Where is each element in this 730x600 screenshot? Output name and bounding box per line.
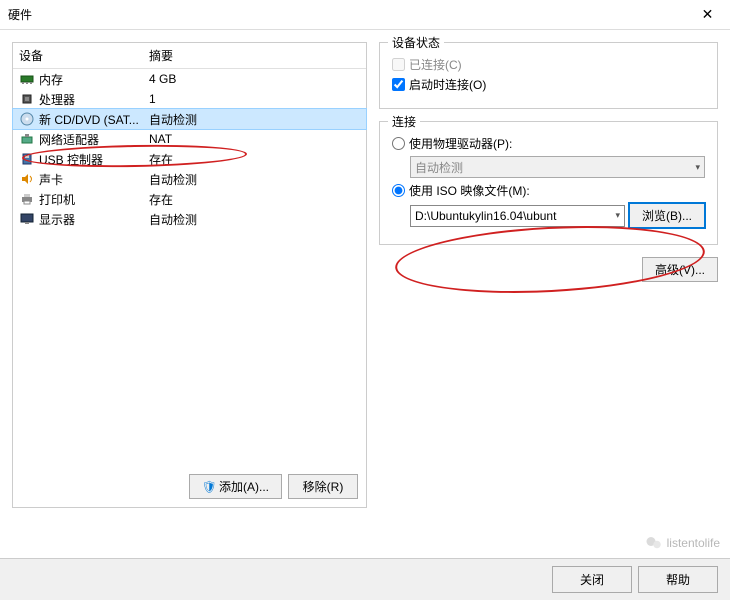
device-status-group: 设备状态 已连接(C) 启动时连接(O) (379, 42, 718, 109)
shield-icon: 🛡 (202, 480, 217, 494)
device-name: 网络适配器 (39, 131, 99, 148)
use-physical-radio-row[interactable]: 使用物理驱动器(P): (392, 135, 705, 152)
use-iso-radio[interactable] (392, 184, 405, 197)
cpu-icon (19, 91, 35, 107)
close-icon: ✕ (702, 6, 714, 23)
device-summary: 4 GB (149, 72, 360, 86)
usb-icon (19, 151, 35, 167)
watermark: listentolife (645, 534, 720, 552)
hardware-row[interactable]: 新 CD/DVD (SAT... 自动检测 (13, 109, 366, 129)
connected-checkbox (392, 58, 405, 71)
device-name: USB 控制器 (39, 151, 103, 168)
help-button[interactable]: 帮助 (638, 566, 718, 593)
connection-title: 连接 (388, 113, 420, 130)
hardware-row[interactable]: 网络适配器 NAT (13, 129, 366, 149)
dialog-footer: 关闭 帮助 (0, 558, 730, 600)
device-name: 打印机 (39, 191, 75, 208)
device-summary: 1 (149, 92, 360, 106)
memory-icon (19, 71, 35, 87)
connected-checkbox-row[interactable]: 已连接(C) (392, 56, 705, 73)
hardware-row[interactable]: 显示器 自动检测 (13, 209, 366, 229)
header-summary: 摘要 (149, 47, 360, 64)
use-physical-radio[interactable] (392, 137, 405, 150)
device-summary: 自动检测 (149, 111, 360, 128)
remove-button[interactable]: 移除(R) (288, 474, 358, 499)
advanced-button[interactable]: 高级(V)... (642, 257, 718, 282)
sound-icon (19, 171, 35, 187)
printer-icon (19, 191, 35, 207)
physical-drive-combo: 自动检测 ▾ (410, 156, 705, 178)
titlebar: 硬件 ✕ (0, 0, 730, 30)
window-title: 硬件 (8, 6, 32, 23)
device-summary: NAT (149, 132, 360, 146)
header-device: 设备 (19, 47, 149, 64)
hardware-row[interactable]: USB 控制器 存在 (13, 149, 366, 169)
iso-path-input[interactable]: D:\Ubuntukylin16.04\ubunt ▾ (410, 205, 625, 227)
hardware-row[interactable]: 内存 4 GB (13, 69, 366, 89)
device-summary: 自动检测 (149, 171, 360, 188)
device-status-title: 设备状态 (388, 34, 444, 51)
device-name: 处理器 (39, 91, 75, 108)
close-dialog-button[interactable]: 关闭 (552, 566, 632, 593)
hardware-list-panel: 设备 摘要 内存4 GB处理器1新 CD/DVD (SAT...自动检测网络适配… (12, 42, 367, 508)
hardware-row[interactable]: 声卡 自动检测 (13, 169, 366, 189)
browse-button[interactable]: 浏览(B)... (629, 203, 705, 228)
device-name: 新 CD/DVD (SAT... (39, 111, 139, 128)
device-summary: 存在 (149, 191, 360, 208)
device-name: 显示器 (39, 211, 75, 228)
connect-on-start-checkbox[interactable] (392, 78, 405, 91)
device-summary: 自动检测 (149, 211, 360, 228)
device-summary: 存在 (149, 151, 360, 168)
connection-group: 连接 使用物理驱动器(P): 自动检测 ▾ 使用 ISO 映像文件(M): D:… (379, 121, 718, 245)
cd-icon (19, 111, 35, 127)
display-icon (19, 211, 35, 227)
chevron-down-icon: ▾ (695, 162, 700, 173)
wechat-icon (645, 534, 663, 552)
device-name: 内存 (39, 71, 63, 88)
add-button[interactable]: 🛡添加(A)... (189, 474, 282, 499)
hardware-row[interactable]: 处理器 1 (13, 89, 366, 109)
hardware-row[interactable]: 打印机 存在 (13, 189, 366, 209)
close-button[interactable]: ✕ (685, 0, 730, 30)
connect-on-start-row[interactable]: 启动时连接(O) (392, 76, 705, 93)
network-icon (19, 131, 35, 147)
hardware-header: 设备 摘要 (13, 43, 366, 69)
use-iso-radio-row[interactable]: 使用 ISO 映像文件(M): (392, 182, 705, 199)
device-name: 声卡 (39, 171, 63, 188)
chevron-down-icon[interactable]: ▾ (615, 210, 620, 221)
